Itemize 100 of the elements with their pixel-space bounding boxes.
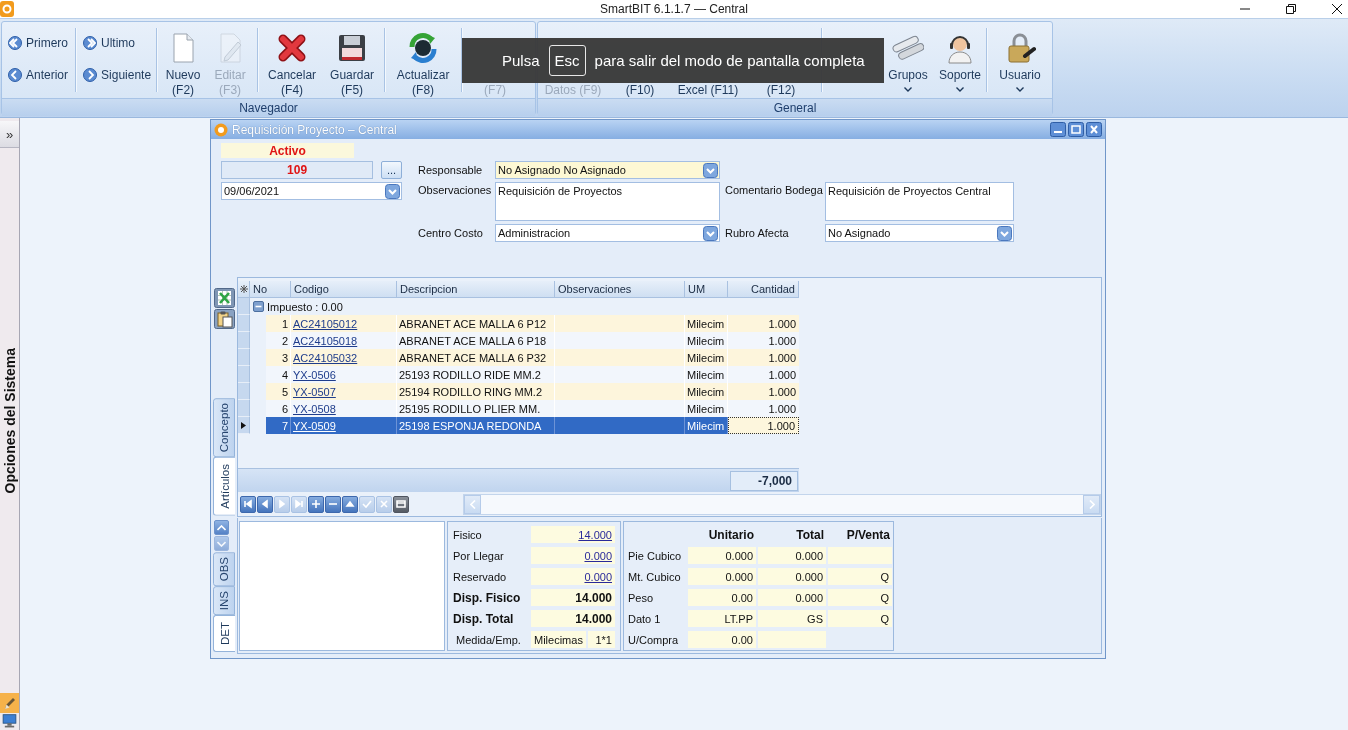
stock-label: Medida/Emp. <box>455 633 522 646</box>
close-icon[interactable] <box>1086 122 1102 137</box>
empty-cell <box>828 547 892 564</box>
table-row[interactable]: 3 AC24105032 ABRANET ACE MALLA 6 P32 Milecim 1.000 <box>266 349 799 366</box>
column-header[interactable]: No <box>250 281 291 298</box>
first-button[interactable]: Primero <box>6 31 71 55</box>
value-cell: 0.000 <box>688 547 756 564</box>
item-code-link[interactable]: AC24105018 <box>293 334 358 347</box>
field-label: Comentario Bodega <box>725 183 824 196</box>
table-row[interactable]: 4 YX-0506 25193 RODILLO RIDE MM.2 Milecim 1.000 <box>266 366 799 383</box>
chevron-down-icon[interactable] <box>703 162 718 178</box>
refresh-button[interactable]: Actualizar (F8) <box>388 26 459 98</box>
item-code-link[interactable]: YX-0506 <box>293 368 336 381</box>
vertical-tab[interactable]: DET <box>213 615 235 653</box>
restore-icon[interactable] <box>1286 4 1296 14</box>
item-code-link[interactable]: AC24105032 <box>293 351 358 364</box>
print-preview-button[interactable]: (F12) <box>744 83 818 98</box>
value-cell: 0.000 <box>758 589 826 606</box>
caret-icon <box>1016 87 1024 92</box>
column-header: Unitario <box>707 527 755 542</box>
minimize-icon[interactable] <box>1050 122 1066 137</box>
support-button[interactable]: Soporte <box>937 26 983 92</box>
vertical-tab[interactable]: OBS <box>213 552 235 587</box>
table-row[interactable]: 6 YX-0508 25195 RODILLO PLIER MM. Milecim 1.000 <box>266 400 799 417</box>
window-app-icon <box>214 122 228 137</box>
dropdown-field[interactable]: No Asignado <box>825 224 1014 242</box>
field-label: Centro Costo <box>418 227 484 239</box>
value-cell: 0.000 <box>758 547 826 564</box>
user-button[interactable]: Usuario <box>990 26 1050 92</box>
vertical-tab[interactable]: Concepto <box>213 398 235 458</box>
spreadsheet-icon[interactable] <box>214 288 235 308</box>
vertical-tab[interactable]: INS <box>213 586 235 616</box>
item-code-link[interactable]: YX-0508 <box>293 402 336 415</box>
export-button[interactable]: Excel (F11) <box>672 83 744 98</box>
up-triangle-icon <box>345 499 355 509</box>
column-header[interactable]: Codigo <box>291 281 397 298</box>
value-cell: Q <box>828 610 892 627</box>
attachments-button[interactable]: (F10) <box>608 83 672 98</box>
right-chevron-icon <box>1088 499 1095 509</box>
table-row[interactable]: 7 YX-0509 25198 ESPONJA REDONDA Milecim 1.000 <box>266 417 799 434</box>
measure-label: Pie Cubico <box>628 549 683 562</box>
remove-record-button[interactable] <box>325 495 341 513</box>
item-code-link[interactable]: AC24105012 <box>293 317 358 330</box>
save-button[interactable]: Guardar (F5) <box>323 26 382 98</box>
up-chevron-icon <box>217 524 226 531</box>
add-record-button[interactable] <box>308 495 324 513</box>
group-label: Navegador <box>2 98 535 116</box>
dropdown-field[interactable]: Administracion <box>495 224 720 242</box>
total-cell: -7,000 <box>730 470 798 491</box>
field-label: Rubro Afecta <box>725 227 790 239</box>
previous-record-button[interactable] <box>257 495 273 513</box>
table-cell-text: 1.000 <box>767 316 797 332</box>
plus-icon <box>311 499 321 509</box>
value-cell: LT.PP <box>688 610 756 627</box>
value-cell: Q <box>828 589 892 606</box>
chevron-down-icon[interactable] <box>703 225 718 241</box>
chevron-down-icon[interactable] <box>385 183 400 199</box>
next-button[interactable]: Siguiente <box>81 63 154 87</box>
last-button[interactable]: Ultimo <box>81 31 154 55</box>
collapse-icon[interactable] <box>253 301 264 312</box>
pen-tile-icon[interactable] <box>0 693 19 713</box>
value-cell: 14.000 <box>531 610 615 627</box>
table-row[interactable]: 1 AC24105012 ABRANET ACE MALLA 6 P12 Milecim 1.000 <box>266 315 799 332</box>
previous-button[interactable]: Anterior <box>6 63 71 87</box>
item-code-link[interactable]: YX-0509 <box>293 419 336 432</box>
expand-button[interactable]: » <box>0 121 19 148</box>
text-area[interactable]: Requisición de Proyectos Central <box>825 182 1014 221</box>
vertical-tab[interactable]: Artículos <box>213 457 235 516</box>
table-cell: 7 <box>266 417 291 434</box>
column-header[interactable]: Cantidad <box>728 281 799 298</box>
cross-icon <box>379 499 389 509</box>
column-header[interactable]: UM <box>685 281 728 298</box>
close-icon[interactable] <box>1332 4 1342 14</box>
field-label: Responsable <box>418 164 484 176</box>
lookup-button[interactable]: ... <box>381 161 402 179</box>
new-button[interactable]: Nuevo (F2) <box>160 26 207 98</box>
cancel-button[interactable]: Cancelar (F4) <box>261 26 324 98</box>
table-row[interactable]: 5 YX-0507 25194 RODILLO RING MM.2 Milecim 1.000 <box>266 383 799 400</box>
table-row[interactable]: 2 AC24105018 ABRANET ACE MALLA 6 P18 Milecim 1.000 <box>266 332 799 349</box>
row-header-cell <box>238 332 250 349</box>
text-area[interactable]: Requisición de Proyectos <box>495 182 720 221</box>
sidebar-title: Opciones del Sistema <box>1 347 18 494</box>
column-header[interactable]: Observaciones <box>555 281 685 298</box>
move-up-button[interactable] <box>342 495 358 513</box>
stock-label: Fisico <box>453 528 483 541</box>
panel-view-button[interactable] <box>393 495 409 513</box>
caret-icon <box>904 87 912 92</box>
dropdown-field[interactable]: No Asignado No Asignado <box>495 161 720 179</box>
toast-text: Pulsa <box>502 52 540 69</box>
groups-button[interactable]: Grupos <box>879 26 937 92</box>
chevron-down-icon[interactable] <box>997 225 1012 241</box>
item-code-link[interactable]: YX-0507 <box>293 385 336 398</box>
maximize-icon[interactable] <box>1068 122 1084 137</box>
column-header[interactable]: Descripcion <box>397 281 555 298</box>
first-record-button[interactable] <box>240 495 256 513</box>
clipboard-icon[interactable] <box>214 309 235 329</box>
value-cell: 0.00 <box>688 589 756 606</box>
monitor-icon[interactable] <box>0 713 19 730</box>
scroll-up-button[interactable] <box>214 520 229 535</box>
date-field[interactable]: 09/06/2021 <box>221 182 402 200</box>
